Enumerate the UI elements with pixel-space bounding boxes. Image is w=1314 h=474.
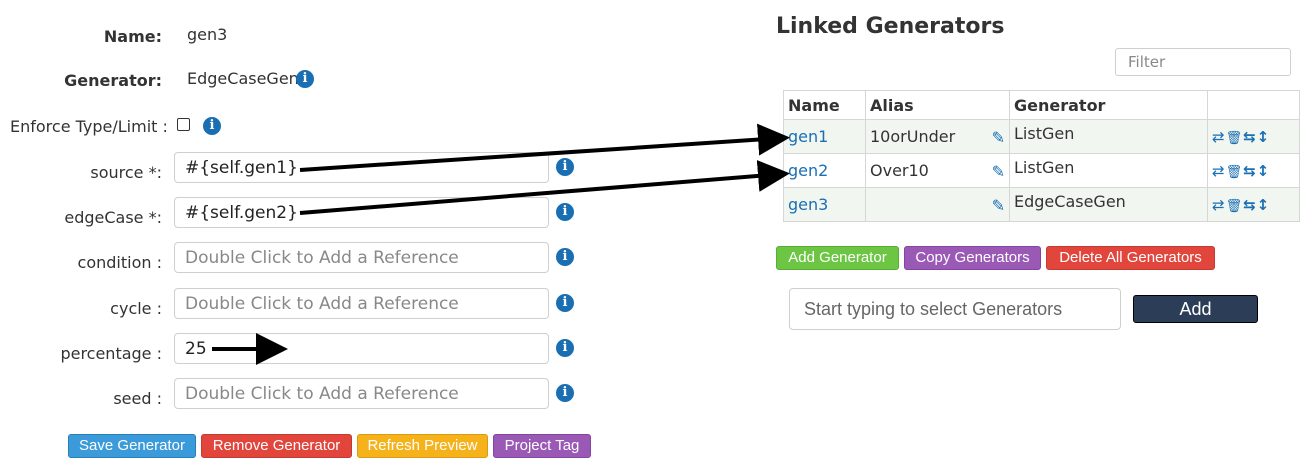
condition-label: condition : [77,253,162,272]
row-actions: ⇄🗑⇆↕ [1207,187,1300,222]
row-actions: ⇄🗑⇆↕ [1207,119,1300,154]
refresh-icon[interactable]: ⇄ [1212,128,1226,146]
generator-select-input[interactable] [789,288,1121,330]
delete-all-generators-button[interactable]: Delete All Generators [1046,246,1215,270]
table-row: gen2 Over10 ✎ ListGen ⇄🗑⇆↕ [783,153,1300,188]
pencil-icon[interactable]: ✎ [992,128,1005,147]
filter-input[interactable] [1115,48,1291,76]
source-input[interactable] [174,152,549,183]
generator-info-icon[interactable]: i [296,70,314,88]
enforce-label: Enforce Type/Limit : [10,117,168,136]
name-label: Name: [103,27,162,46]
copy-generators-button[interactable]: Copy Generators [904,246,1041,270]
enforce-info-icon[interactable]: i [203,117,221,135]
swap-icon[interactable]: ⇆ [1243,128,1257,146]
trash-icon[interactable]: 🗑 [1226,131,1244,146]
project-tag-button[interactable]: Project Tag [493,434,591,458]
header-generator: Generator [1009,90,1208,120]
add-generator-button[interactable]: Add Generator [776,246,899,270]
pencil-icon[interactable]: ✎ [992,162,1005,181]
edgecase-label: edgeCase *: [64,208,162,227]
name-value: gen3 [187,25,228,44]
refresh-icon[interactable]: ⇄ [1212,162,1226,180]
move-icon[interactable]: ↕ [1257,196,1271,214]
row-name-link[interactable]: gen2 [783,153,866,188]
add-button[interactable]: Add [1133,295,1258,323]
cycle-label: cycle : [110,299,162,318]
percentage-input[interactable] [174,333,549,364]
trash-icon[interactable]: 🗑 [1226,165,1244,180]
trash-icon[interactable]: 🗑 [1226,199,1244,214]
row-actions: ⇄🗑⇆↕ [1207,153,1300,188]
percentage-info-icon[interactable]: i [556,339,574,357]
alias-text: 10orUnder [870,127,956,146]
generator-label: Generator: [64,71,162,90]
seed-input[interactable] [174,378,549,409]
header-actions [1207,90,1300,120]
save-generator-button[interactable]: Save Generator [68,434,196,458]
linked-generators-title: Linked Generators [776,14,1005,39]
header-name: Name [783,90,866,120]
move-icon[interactable]: ↕ [1257,162,1271,180]
percentage-label: percentage : [60,344,162,363]
enforce-checkbox[interactable] [177,118,190,131]
swap-icon[interactable]: ⇆ [1243,196,1257,214]
table-row: gen3 ✎ EdgeCaseGen ⇄🗑⇆↕ [783,187,1300,222]
condition-input[interactable] [174,242,549,273]
row-generator: ListGen [1009,153,1208,188]
row-generator: ListGen [1009,119,1208,154]
remove-generator-button[interactable]: Remove Generator [201,434,352,458]
generator-value: EdgeCaseGen [187,69,299,88]
row-name-link[interactable]: gen3 [783,187,866,222]
condition-info-icon[interactable]: i [556,248,574,266]
cycle-input[interactable] [174,288,549,319]
row-alias: 10orUnder ✎ [865,119,1010,154]
header-alias: Alias [865,90,1010,120]
move-icon[interactable]: ↕ [1257,128,1271,146]
row-generator: EdgeCaseGen [1009,187,1208,222]
seed-label: seed : [113,389,162,408]
pencil-icon[interactable]: ✎ [992,196,1005,215]
row-alias: ✎ [865,187,1010,222]
edgecase-input[interactable] [174,197,549,228]
source-info-icon[interactable]: i [556,158,574,176]
row-alias: Over10 ✎ [865,153,1010,188]
row-name-link[interactable]: gen1 [783,119,866,154]
edgecase-info-icon[interactable]: i [556,203,574,221]
source-label: source *: [90,163,162,182]
swap-icon[interactable]: ⇆ [1243,162,1257,180]
alias-text: Over10 [870,161,929,180]
seed-info-icon[interactable]: i [556,384,574,402]
refresh-preview-button[interactable]: Refresh Preview [357,434,488,458]
table-row: gen1 10orUnder ✎ ListGen ⇄🗑⇆↕ [783,119,1300,154]
cycle-info-icon[interactable]: i [556,294,574,312]
linked-generators-table: Name Alias Generator gen1 10orUnder ✎ Li… [783,90,1300,222]
refresh-icon[interactable]: ⇄ [1212,196,1226,214]
